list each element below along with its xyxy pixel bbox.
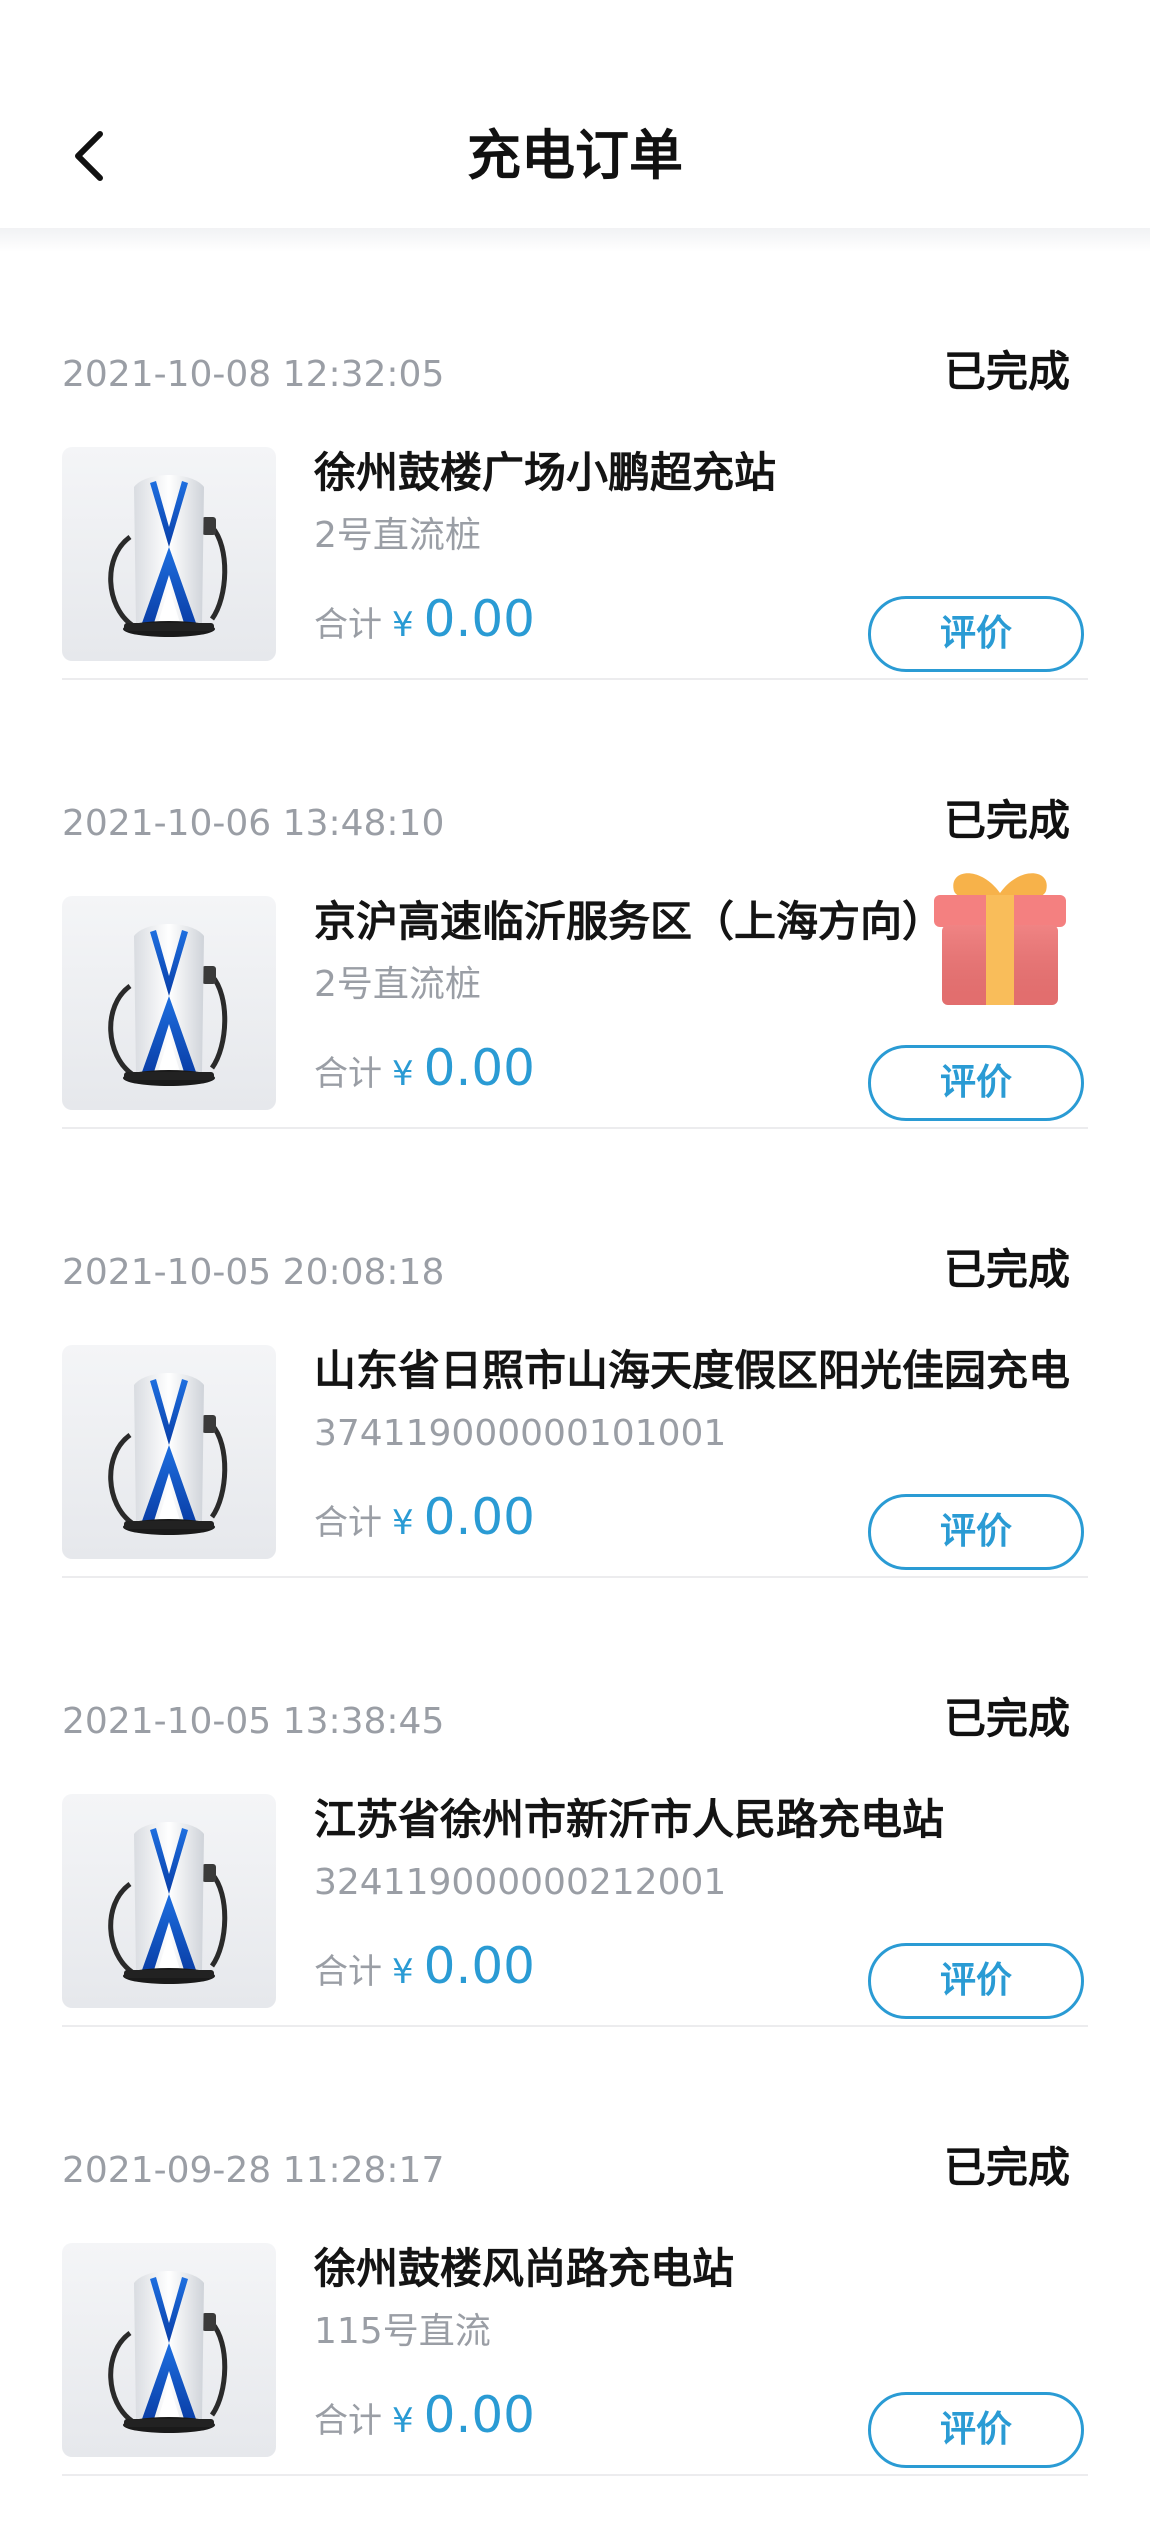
- order-status: 已完成: [943, 1245, 1070, 1294]
- gift-icon: [934, 873, 1066, 1005]
- rate-button[interactable]: 评价: [868, 1943, 1084, 2019]
- charger-pile-image: [108, 924, 228, 1086]
- charger-thumbnail: [62, 2243, 276, 2457]
- currency-symbol: ¥: [392, 1054, 414, 1094]
- order-total: 合计 ¥ 0.00: [314, 1937, 535, 2007]
- currency-symbol: ¥: [392, 1952, 414, 1992]
- charging-orders-page: 充电订单 2021-10-08 12:32:05 已完成 徐州鼓楼广场小鹏超充站…: [0, 0, 1150, 2530]
- top-nav-bar: 充电订单: [0, 0, 1150, 232]
- currency-symbol: ¥: [392, 2401, 414, 2441]
- order-status: 已完成: [943, 796, 1070, 845]
- order-total: 合计 ¥ 0.00: [314, 1039, 535, 1109]
- total-amount: 0.00: [423, 1488, 535, 1546]
- order-time: 2021-10-08 12:32:05: [62, 354, 445, 395]
- order-status: 已完成: [943, 2143, 1070, 2192]
- gift-floating-button[interactable]: [920, 855, 1080, 1015]
- total-amount: 0.00: [423, 1937, 535, 1995]
- total-label: 合计: [314, 1503, 382, 1543]
- order-time: 2021-10-05 20:08:18: [62, 1252, 445, 1293]
- pile-name: 115号直流: [314, 2311, 491, 2352]
- charger-pile-image: [108, 1373, 228, 1535]
- charger-thumbnail: [62, 1794, 276, 2008]
- order-time: 2021-10-06 13:48:10: [62, 803, 445, 844]
- charger-pile-image: [108, 475, 228, 637]
- charger-pile-image: [108, 1822, 228, 1984]
- order-card[interactable]: 2021-10-08 12:32:05 已完成 徐州鼓楼广场小鹏超充站 2号直流…: [0, 230, 1150, 680]
- total-label: 合计: [314, 605, 382, 645]
- pile-name: 2号直流桩: [314, 964, 481, 1005]
- order-card[interactable]: 2021-10-05 13:38:45 已完成 江苏省徐州市新沂市人民路充电站 …: [0, 1577, 1150, 2027]
- total-amount: 0.00: [423, 590, 535, 648]
- total-amount: 0.00: [423, 1039, 535, 1097]
- rate-button[interactable]: 评价: [868, 596, 1084, 672]
- station-name: 江苏省徐州市新沂市人民路充电站: [314, 1795, 945, 1844]
- total-label: 合计: [314, 1952, 382, 1992]
- charger-thumbnail: [62, 447, 276, 661]
- currency-symbol: ¥: [392, 1503, 414, 1543]
- rate-button[interactable]: 评价: [868, 1045, 1084, 1121]
- total-label: 合计: [314, 2401, 382, 2441]
- pile-name: 374119000000101001: [314, 1413, 727, 1454]
- order-status: 已完成: [943, 347, 1070, 396]
- page-title: 充电订单: [467, 124, 683, 187]
- rate-button[interactable]: 评价: [868, 2392, 1084, 2468]
- station-name: 徐州鼓楼风尚路充电站: [314, 2244, 735, 2293]
- order-total: 合计 ¥ 0.00: [314, 2386, 535, 2456]
- pile-name: 2号直流桩: [314, 515, 481, 556]
- total-amount: 0.00: [423, 2386, 535, 2444]
- pile-name: 324119000000212001: [314, 1862, 727, 1903]
- charger-thumbnail: [62, 1345, 276, 1559]
- order-card[interactable]: 2021-09-28 11:28:17 已完成 徐州鼓楼风尚路充电站 115号直…: [0, 2026, 1150, 2476]
- order-time: 2021-09-28 11:28:17: [62, 2150, 445, 2191]
- currency-symbol: ¥: [392, 605, 414, 645]
- order-total: 合计 ¥ 0.00: [314, 1488, 535, 1558]
- order-status: 已完成: [943, 1694, 1070, 1743]
- order-time: 2021-10-05 13:38:45: [62, 1701, 445, 1742]
- order-total: 合计 ¥ 0.00: [314, 590, 535, 660]
- charger-pile-image: [108, 2271, 228, 2433]
- station-name: 山东省日照市山海天度假区阳光佳园充电: [314, 1346, 1071, 1395]
- total-label: 合计: [314, 1054, 382, 1094]
- charger-thumbnail: [62, 896, 276, 1110]
- order-divider: [62, 2474, 1088, 2476]
- rate-button[interactable]: 评价: [868, 1494, 1084, 1570]
- order-card[interactable]: 2021-10-05 20:08:18 已完成 山东省日照市山海天度假区阳光佳园…: [0, 1128, 1150, 1578]
- station-name: 徐州鼓楼广场小鹏超充站: [314, 448, 777, 497]
